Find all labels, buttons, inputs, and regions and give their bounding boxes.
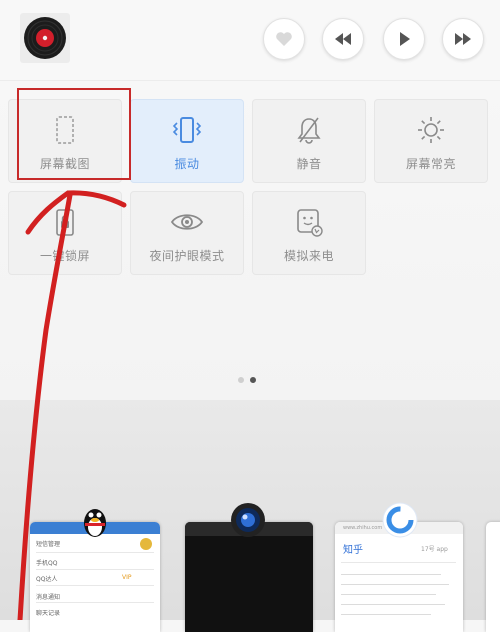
tile-keep-screen-on[interactable]: 屏幕常亮 bbox=[374, 99, 488, 183]
recent-card-zhihu[interactable]: www.zhihu.com 知乎 17号 app bbox=[335, 522, 463, 632]
recent-card-camera[interactable] bbox=[185, 522, 313, 632]
divider bbox=[36, 552, 154, 553]
text-line bbox=[341, 614, 431, 615]
text-line bbox=[341, 594, 436, 595]
vibrate-icon bbox=[172, 117, 202, 143]
qq-penguin-icon bbox=[84, 509, 106, 537]
list-item: 短信管理 bbox=[36, 541, 61, 548]
tile-simulate-call[interactable]: 模拟来电 bbox=[252, 191, 366, 275]
heart-icon bbox=[276, 32, 292, 46]
fake-call-icon bbox=[297, 209, 323, 237]
text-line bbox=[341, 584, 449, 585]
music-widget bbox=[0, 0, 500, 80]
list-item: 手机QQ bbox=[36, 560, 58, 567]
url-text: www.zhihu.com bbox=[343, 525, 383, 531]
tab-label: 17号 app bbox=[421, 546, 448, 553]
page-dot-active bbox=[250, 377, 256, 383]
tile-night-eye-care[interactable]: 夜间护眼模式 bbox=[130, 191, 244, 275]
camera-app-icon bbox=[231, 503, 265, 537]
page-dot bbox=[238, 377, 244, 383]
brightness-icon bbox=[418, 117, 444, 143]
browser-app-icon bbox=[382, 502, 418, 538]
recent-card-partial[interactable] bbox=[486, 522, 500, 632]
vinyl-record-icon bbox=[24, 17, 66, 59]
list-item: QQ达人 bbox=[36, 576, 58, 583]
mute-bell-icon bbox=[297, 117, 321, 144]
divider bbox=[36, 569, 154, 570]
eye-icon bbox=[170, 214, 204, 230]
tile-lock-screen[interactable]: 一键锁屏 bbox=[8, 191, 122, 275]
lock-icon bbox=[56, 209, 74, 236]
text-line bbox=[341, 574, 441, 575]
text-line bbox=[341, 604, 445, 605]
tile-vibrate[interactable]: 振动 bbox=[130, 99, 244, 183]
list-item: 聊天记录 bbox=[36, 610, 61, 617]
tile-label: 模拟来电 bbox=[283, 249, 334, 263]
divider bbox=[36, 602, 154, 603]
play-button[interactable] bbox=[383, 18, 425, 60]
tile-label: 夜间护眼模式 bbox=[149, 249, 225, 263]
zhihu-title: 知乎 bbox=[343, 545, 363, 556]
play-icon bbox=[400, 32, 410, 46]
next-button[interactable] bbox=[442, 18, 484, 60]
favorite-button[interactable] bbox=[263, 18, 305, 60]
tile-label: 屏幕常亮 bbox=[405, 157, 456, 171]
previous-button[interactable] bbox=[322, 18, 364, 60]
vip-badge: VIP bbox=[122, 574, 132, 581]
divider bbox=[341, 562, 456, 563]
divider bbox=[36, 585, 154, 586]
tile-label: 振动 bbox=[174, 157, 200, 171]
tile-label: 一键锁屏 bbox=[39, 249, 90, 263]
list-item: 消息通知 bbox=[36, 594, 61, 601]
tile-mute[interactable]: 静音 bbox=[252, 99, 366, 183]
previous-icon bbox=[335, 33, 351, 45]
avatar bbox=[140, 538, 152, 550]
album-art[interactable] bbox=[20, 13, 70, 63]
highlight-box bbox=[17, 88, 131, 180]
tile-label: 静音 bbox=[296, 157, 322, 171]
next-icon bbox=[455, 33, 471, 45]
